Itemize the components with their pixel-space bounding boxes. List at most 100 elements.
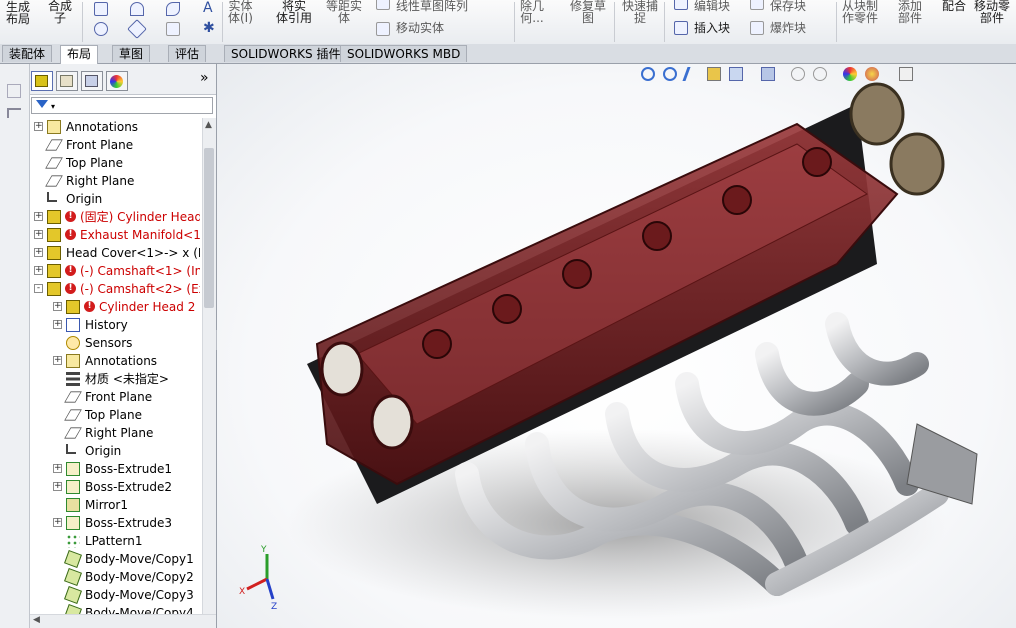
- more-tabs-button[interactable]: »: [200, 70, 209, 86]
- tree-horizontal-scrollbar[interactable]: ◀: [30, 614, 216, 628]
- tree-item[interactable]: + Annotations: [30, 352, 200, 370]
- smart-dimension-icon[interactable]: [7, 84, 21, 98]
- feature-tree-icon: [35, 75, 48, 87]
- expand-toggle-icon[interactable]: +: [53, 302, 62, 311]
- ribbon-item-mate[interactable]: 配合: [942, 0, 966, 12]
- spline-icon[interactable]: [166, 2, 180, 16]
- display-manager-tab[interactable]: [106, 71, 128, 91]
- ribbon-item-add-component[interactable]: 添加 部件: [898, 0, 922, 24]
- tab-layout[interactable]: 布局: [60, 45, 99, 64]
- tab-sketch[interactable]: 草图: [112, 45, 151, 62]
- expand-toggle-icon[interactable]: +: [34, 248, 43, 257]
- ribbon-item-repair-sketch[interactable]: 修复草 图: [570, 0, 606, 24]
- ribbon-item-edit-block[interactable]: 编辑块: [694, 0, 730, 12]
- tree-item[interactable]: Top Plane: [30, 154, 200, 172]
- tree-item[interactable]: Front Plane: [30, 136, 200, 154]
- tree-item[interactable]: +! Cylinder Head 2: [30, 298, 200, 316]
- scroll-thumb[interactable]: [204, 148, 214, 308]
- edit-block-icon: [674, 0, 688, 10]
- rectangle-icon[interactable]: [94, 2, 108, 16]
- tree-item[interactable]: Body-Move/Copy2: [30, 568, 200, 586]
- ribbon-item-reference-entities[interactable]: 将实 体引用: [276, 0, 312, 24]
- tree-item[interactable]: Mirror1: [30, 496, 200, 514]
- polygon-icon[interactable]: [127, 19, 147, 39]
- expand-toggle-icon[interactable]: +: [34, 212, 43, 221]
- ribbon-item-linear-sketch-pattern[interactable]: 线性草图阵列: [396, 0, 468, 12]
- point-icon[interactable]: ✱: [203, 21, 215, 35]
- tree-item[interactable]: Sensors: [30, 334, 200, 352]
- ribbon-item-offset-entities[interactable]: 等距实 体: [326, 0, 362, 24]
- engine-model-view[interactable]: Y X Z: [217, 64, 1016, 628]
- ribbon-item-move-component[interactable]: 移动零 部件: [974, 0, 1010, 24]
- tree-item[interactable]: -! (-) Camshaft<2> (Ex: [30, 280, 200, 298]
- ribbon-item-1[interactable]: 合成 子: [48, 0, 72, 24]
- tree-item[interactable]: 材质 <未指定>: [30, 370, 200, 388]
- expand-toggle-icon[interactable]: +: [53, 320, 62, 329]
- text-tool-icon[interactable]: A: [203, 1, 213, 15]
- feature-manager-tab[interactable]: [31, 71, 53, 91]
- tree-item[interactable]: +! (-) Camshaft<1> (In: [30, 262, 200, 280]
- tree-item[interactable]: +! Exhaust Manifold<1: [30, 226, 200, 244]
- tree-item[interactable]: Top Plane: [30, 406, 200, 424]
- ribbon-item-explode-block[interactable]: 爆炸块: [770, 22, 806, 34]
- arc-icon[interactable]: [130, 2, 144, 16]
- tree-filter[interactable]: ▾: [31, 97, 213, 114]
- tab-evaluate[interactable]: 评估: [168, 45, 207, 62]
- tree-item[interactable]: + Head Cover<1>-> x (D: [30, 244, 200, 262]
- tree-item[interactable]: Body-Move/Copy1: [30, 550, 200, 568]
- fillet-icon[interactable]: [166, 22, 180, 36]
- ribbon-item-insert-block[interactable]: 插入块: [694, 22, 730, 34]
- tree-vertical-scrollbar[interactable]: ▲: [202, 118, 216, 614]
- feature-manager-panel: » ▾ + Annotations Front Plane Top Plane Righ…: [30, 64, 217, 628]
- save-block-icon: [750, 0, 764, 10]
- expand-toggle-icon[interactable]: +: [34, 266, 43, 275]
- tree-item-label: Sensors: [85, 336, 133, 350]
- tree-item[interactable]: Right Plane: [30, 172, 200, 190]
- ribbon-item-quick-snaps[interactable]: 快速捕 捉: [622, 0, 658, 24]
- panel-tabs: »: [30, 64, 216, 95]
- material-icon: [66, 372, 80, 386]
- tree-item[interactable]: + History: [30, 316, 200, 334]
- collapse-toggle-icon[interactable]: -: [34, 284, 43, 293]
- ribbon-item-create-layout[interactable]: 生成 布局: [6, 1, 30, 25]
- relation-icon[interactable]: [7, 108, 21, 118]
- property-icon: [60, 75, 73, 87]
- tree-item[interactable]: + Boss-Extrude2: [30, 478, 200, 496]
- property-manager-tab[interactable]: [56, 71, 78, 91]
- extrude-icon: [66, 480, 80, 494]
- scroll-left-icon[interactable]: ◀: [33, 615, 40, 625]
- tab-solidworks-addins[interactable]: SOLIDWORKS 插件: [224, 45, 348, 62]
- expand-toggle-icon[interactable]: +: [34, 230, 43, 239]
- ribbon-item-convert-entities[interactable]: 实体 体(I): [228, 0, 253, 24]
- expand-toggle-icon[interactable]: +: [53, 482, 62, 491]
- ribbon-item-make-part-from-block[interactable]: 从块制 作零件: [842, 0, 878, 24]
- slot-icon[interactable]: [94, 22, 108, 36]
- origin-icon: [47, 192, 57, 202]
- graphics-area[interactable]: Y X Z: [217, 64, 1016, 628]
- tree-item[interactable]: Origin: [30, 190, 200, 208]
- tree-item[interactable]: Origin: [30, 442, 200, 460]
- ribbon-item-save-block[interactable]: 保存块: [770, 0, 806, 12]
- tree-item[interactable]: LPattern1: [30, 532, 200, 550]
- expand-toggle-icon[interactable]: +: [53, 464, 62, 473]
- command-ribbon: 生成 布局 合成 子 A ✱ 实体 体(I) 将实 体引用 等距实 体 线性草图…: [0, 0, 1016, 45]
- expand-toggle-icon[interactable]: +: [53, 356, 62, 365]
- extrude-icon: [66, 516, 80, 530]
- tree-item[interactable]: Front Plane: [30, 388, 200, 406]
- tab-solidworks-mbd[interactable]: SOLIDWORKS MBD: [340, 45, 468, 62]
- expand-toggle-icon[interactable]: +: [34, 122, 43, 131]
- tree-item[interactable]: +! (固定) Cylinder Head: [30, 208, 200, 226]
- ribbon-item-move-entities[interactable]: 移动实体: [396, 22, 444, 34]
- tree-item[interactable]: + Boss-Extrude3: [30, 514, 200, 532]
- expand-toggle-icon[interactable]: +: [53, 518, 62, 527]
- ribbon-item-display-delete-relations[interactable]: 除几 何...: [520, 0, 544, 24]
- plane-icon: [64, 391, 82, 403]
- scroll-up-icon[interactable]: ▲: [205, 120, 212, 130]
- tree-item[interactable]: + Boss-Extrude1: [30, 460, 200, 478]
- tree-item[interactable]: Right Plane: [30, 424, 200, 442]
- tab-assembly[interactable]: 装配体: [2, 45, 53, 62]
- tree-item-label: Boss-Extrude1: [85, 462, 172, 476]
- tree-item[interactable]: + Annotations: [30, 118, 200, 136]
- tree-item[interactable]: Body-Move/Copy3: [30, 586, 200, 604]
- configuration-manager-tab[interactable]: [81, 71, 103, 91]
